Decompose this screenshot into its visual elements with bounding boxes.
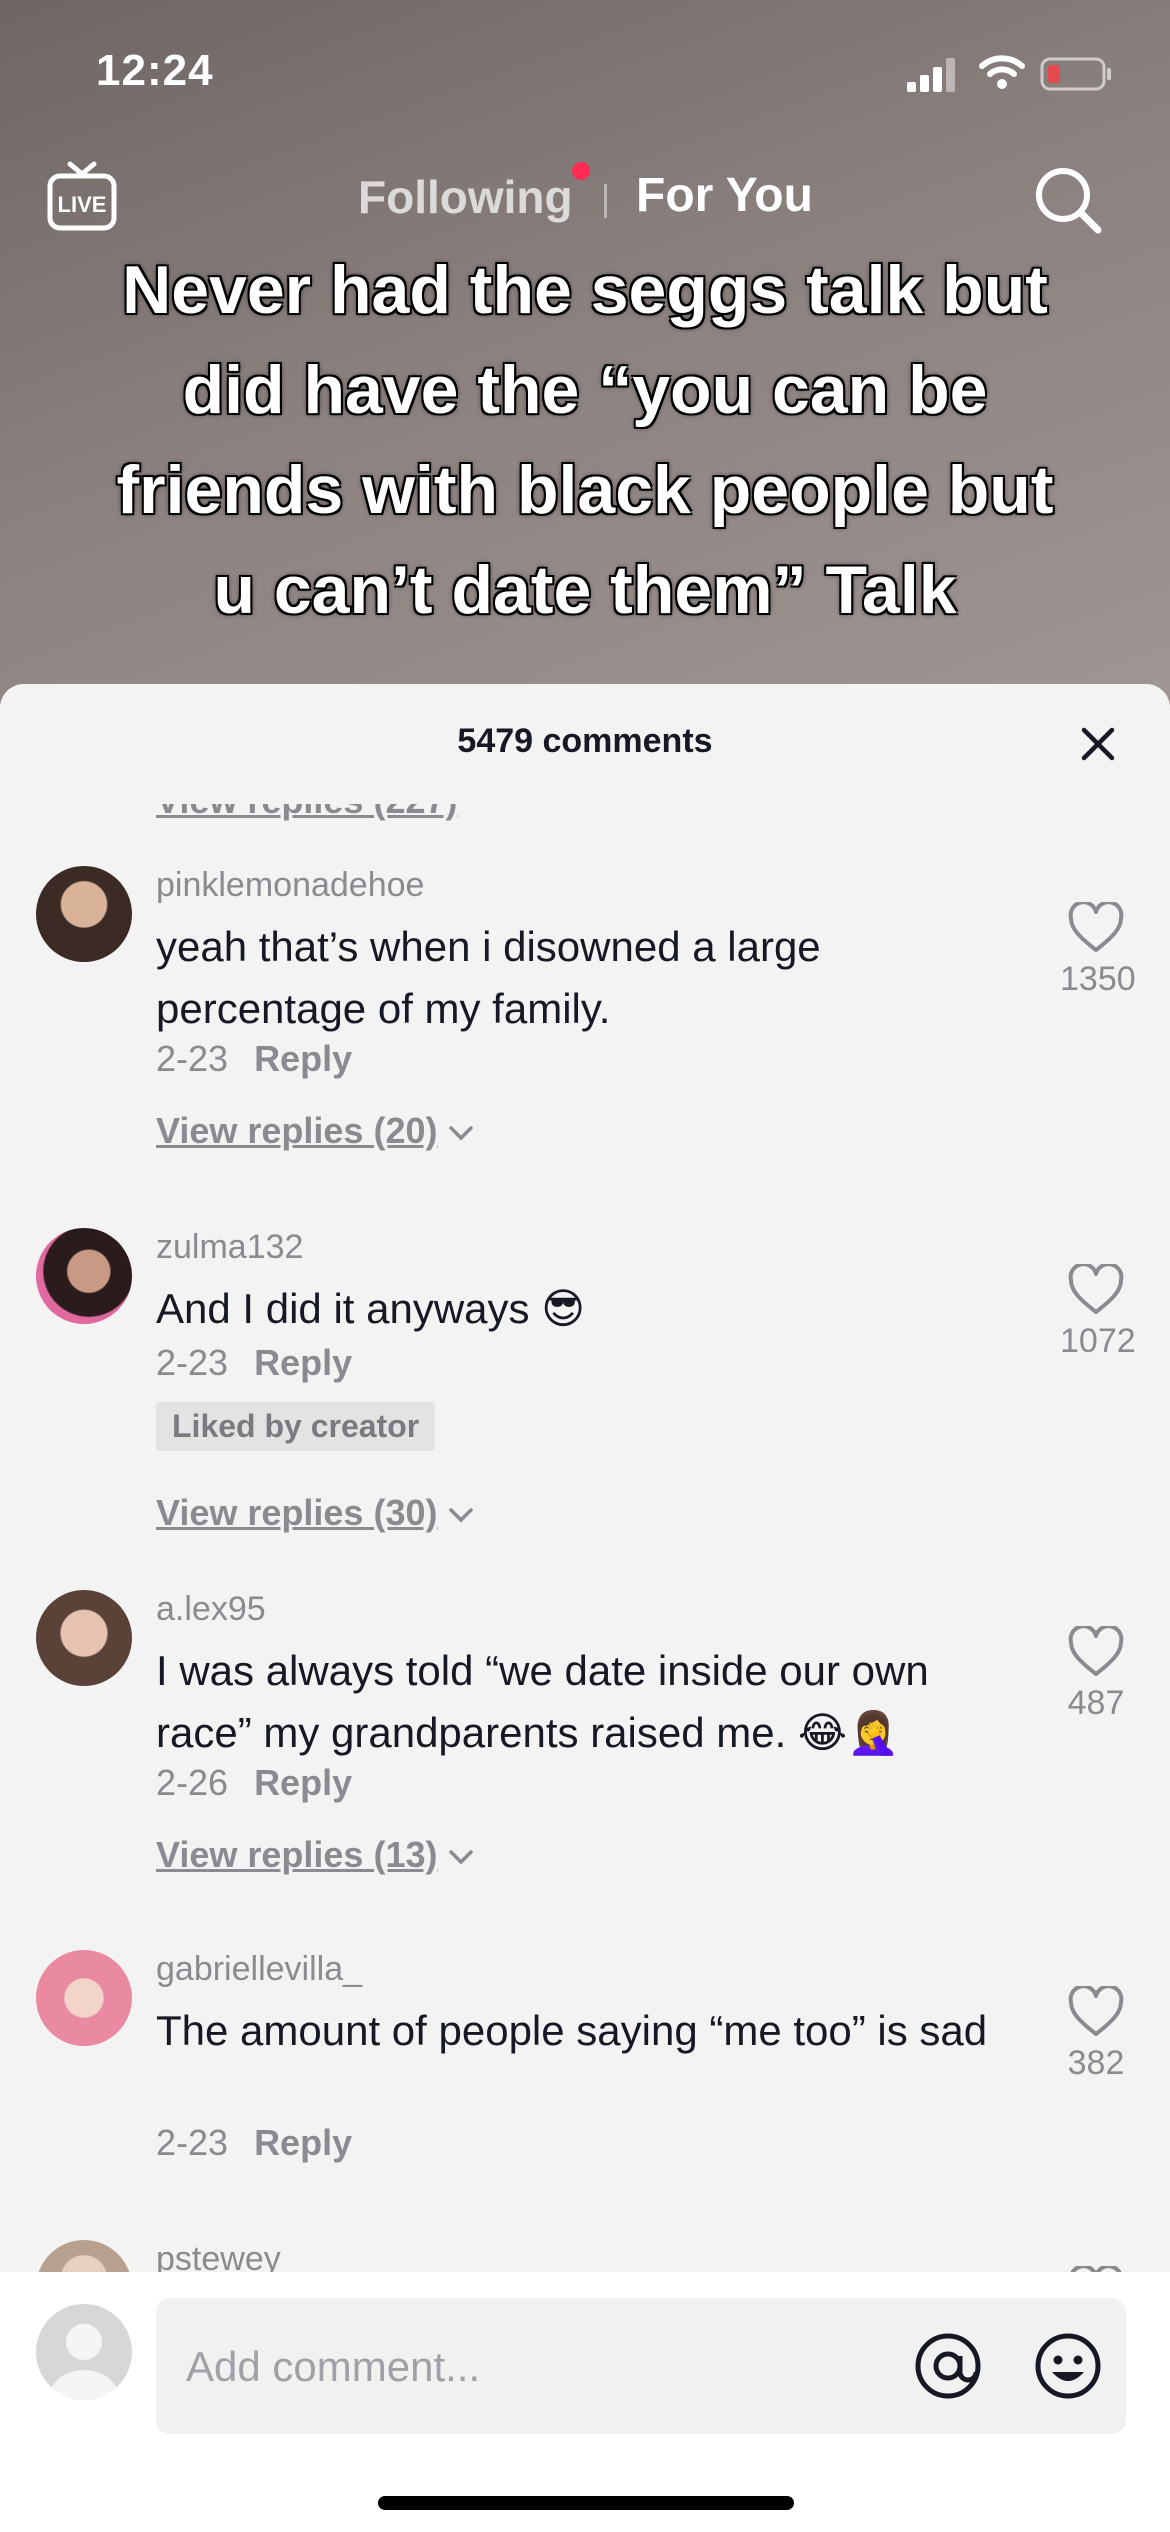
comment-composer [0,2272,1170,2532]
video-caption: Never had the seggs talk but did have th… [116,252,1054,628]
chevron-down-icon [449,1850,474,1865]
wifi-icon [979,55,1025,89]
avatar[interactable] [36,1590,132,1686]
notification-dot [572,162,590,180]
live-icon[interactable]: LIVE [44,160,120,236]
view-replies-label: View replies (30) [156,1492,438,1533]
tab-divider [604,184,607,218]
like-button[interactable]: 382 [1060,1986,1132,2083]
view-replies-link[interactable]: View replies (30) [156,1492,475,1534]
comments-sheet: View replies (227) pinklemonadehoe yeah … [0,684,1170,2532]
comments-header: 5479 comments [0,684,1170,804]
tab-following[interactable]: Following [358,170,573,224]
view-replies-label: View replies (13) [156,1834,438,1875]
comment-username[interactable]: gabriellevilla_ [156,1950,362,1989]
battery-icon [1040,57,1111,91]
status-bar: 12:24 [0,0,1170,140]
heart-icon [1068,902,1124,952]
comment-username[interactable]: a.lex95 [156,1590,266,1629]
comment-date: 2-26 [156,1762,229,1803]
avatar[interactable] [36,2240,132,2274]
chevron-down-icon [449,1126,474,1141]
emoji-icon[interactable] [1032,2330,1104,2402]
reply-button[interactable]: Reply [254,1038,352,1079]
comment-date: 2-23 [156,2122,229,2163]
comment-username[interactable]: pstewey [156,2240,281,2274]
comment-username[interactable]: pinklemonadehoe [156,866,424,905]
like-count: 1072 [1060,1322,1136,1360]
comment-text: The amount of people saying “me too” is … [156,2007,988,2054]
like-button[interactable]: 1072 [1060,1264,1136,1361]
reply-button[interactable]: Reply [254,1342,352,1383]
comment-text: And I did it anyways 😎 [156,1285,585,1332]
comment-date: 2-23 [156,1342,229,1383]
like-count: 1350 [1060,960,1136,998]
signal-icon [907,58,955,92]
heart-icon [1068,1264,1124,1314]
close-icon[interactable] [1076,722,1120,766]
comment-meta: 2-23 Reply [156,1342,352,1384]
reply-button[interactable]: Reply [254,1762,352,1803]
comment-text: I was always told “we date inside our ow… [156,1647,929,1756]
comment-count-title: 5479 comments [457,722,713,760]
avatar[interactable] [36,1228,132,1324]
top-navigation: LIVE Following For You [0,150,1170,250]
view-replies-label: View replies (20) [156,1110,438,1151]
heart-icon [1068,1986,1124,2036]
reply-button[interactable]: Reply [254,2122,352,2163]
comments-list[interactable]: View replies (227) pinklemonadehoe yeah … [0,684,1170,2274]
tab-for-you[interactable]: For You [636,168,813,223]
like-count: 382 [1067,2044,1125,2082]
search-icon[interactable] [1030,162,1106,238]
user-placeholder-icon [50,2324,118,2400]
avatar[interactable] [36,866,132,962]
like-button[interactable]: 487 [1060,1626,1132,1723]
avatar[interactable] [36,1950,132,2046]
my-avatar [36,2304,132,2400]
liked-by-creator-badge: Liked by creator [156,1402,436,1451]
comment-meta: 2-26 Reply [156,1762,352,1804]
view-replies-link[interactable]: View replies (13) [156,1834,475,1876]
heart-icon [1068,1626,1124,1676]
comment-meta: 2-23 Reply [156,2122,352,2164]
status-time: 12:24 [96,46,214,95]
comment-username[interactable]: zulma132 [156,1228,303,1267]
home-indicator [378,2496,794,2510]
like-button[interactable]: 1350 [1060,902,1136,999]
comment-input[interactable] [184,2326,808,2408]
comment-date: 2-23 [156,1038,229,1079]
svg-text:LIVE: LIVE [58,192,107,217]
comment-meta: 2-23 Reply [156,1038,352,1080]
comment-input-box [156,2298,1126,2434]
comment-text: yeah that’s when i disowned a large perc… [156,923,821,1032]
chevron-down-icon [449,1508,474,1523]
view-replies-link[interactable]: View replies (20) [156,1110,475,1152]
at-icon[interactable] [912,2330,984,2402]
like-count: 487 [1067,1684,1125,1722]
